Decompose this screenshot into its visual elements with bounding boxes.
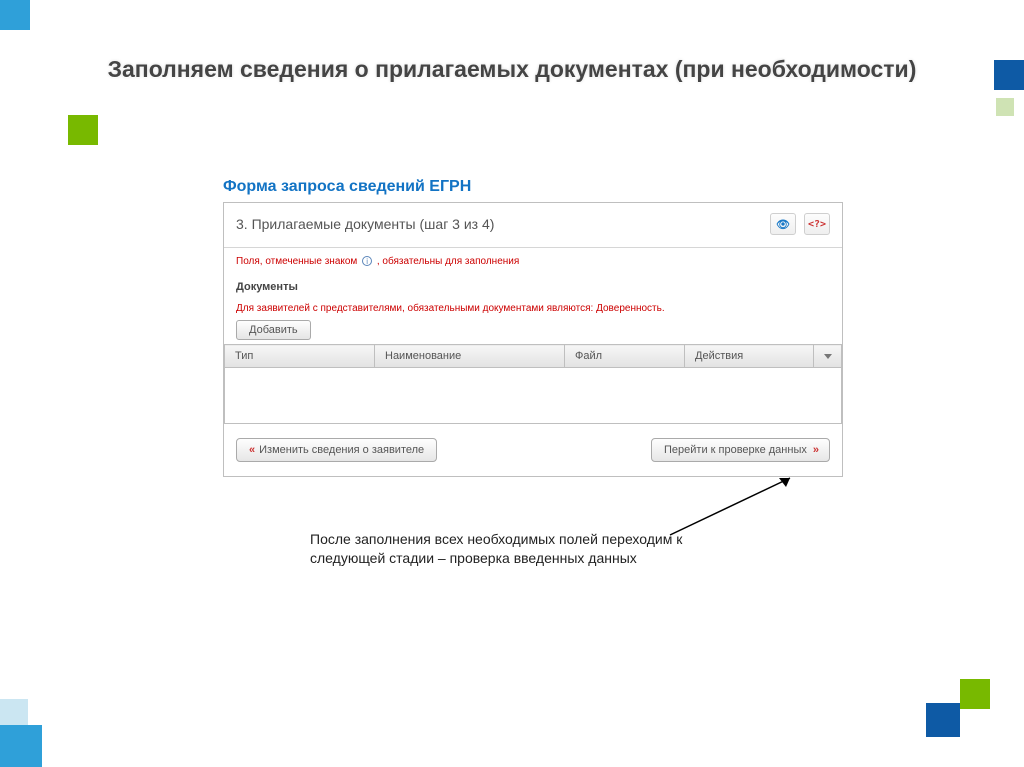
back-button[interactable]: « Изменить сведения о заявителе (236, 438, 437, 462)
decor-square (0, 0, 30, 30)
decor-square (0, 725, 42, 767)
step-header-text: 3. Прилагаемые документы (шаг 3 из 4) (236, 216, 494, 232)
decor-square (960, 679, 990, 709)
eye-icon: 👁 (776, 218, 790, 231)
representative-note: Для заявителей с представителями, обязат… (224, 299, 842, 320)
documents-table: Тип Наименование Файл Действия (224, 344, 842, 368)
required-hint-before: Поля, отмеченные знаком (236, 256, 357, 267)
col-name[interactable]: Наименование (375, 345, 565, 368)
next-button[interactable]: Перейти к проверке данных » (651, 438, 830, 462)
col-file[interactable]: Файл (565, 345, 685, 368)
back-button-label: Изменить сведения о заявителе (259, 444, 424, 456)
form-body: 3. Прилагаемые документы (шаг 3 из 4) 👁 … (223, 202, 843, 477)
table-header-row: Тип Наименование Файл Действия (225, 345, 842, 368)
info-icon: i (362, 256, 372, 266)
table-empty-body (224, 368, 842, 424)
add-document-button[interactable]: Добавить (236, 320, 311, 340)
decor-square (0, 699, 28, 727)
decor-square (68, 115, 98, 145)
form-title: Форма запроса сведений ЕГРН (223, 178, 843, 196)
nav-row: « Изменить сведения о заявителе Перейти … (224, 424, 842, 476)
step-header: 3. Прилагаемые документы (шаг 3 из 4) 👁 … (224, 203, 842, 248)
col-actions[interactable]: Действия (685, 345, 814, 368)
chevron-down-icon (824, 354, 832, 359)
required-hint: Поля, отмеченные знаком i , обязательны … (224, 248, 842, 267)
annotation-caption: После заполнения всех необходимых полей … (310, 530, 740, 568)
xml-button[interactable]: <?> (804, 213, 830, 235)
col-type[interactable]: Тип (225, 345, 375, 368)
chevron-left-icon: « (249, 444, 253, 456)
code-icon: <?> (808, 219, 826, 230)
chevron-right-icon: » (813, 444, 817, 456)
header-icon-group: 👁 <?> (770, 213, 830, 235)
decor-square (926, 703, 960, 737)
next-button-label: Перейти к проверке данных (664, 444, 807, 456)
decor-square (996, 98, 1014, 116)
col-menu[interactable] (814, 345, 842, 368)
documents-section-label: Документы (224, 267, 842, 299)
required-hint-after: , обязательны для заполнения (377, 256, 519, 267)
preview-button[interactable]: 👁 (770, 213, 796, 235)
form-panel: Форма запроса сведений ЕГРН 3. Прилагаем… (223, 178, 843, 477)
slide-title: Заполняем сведения о прилагаемых докумен… (0, 56, 1024, 83)
